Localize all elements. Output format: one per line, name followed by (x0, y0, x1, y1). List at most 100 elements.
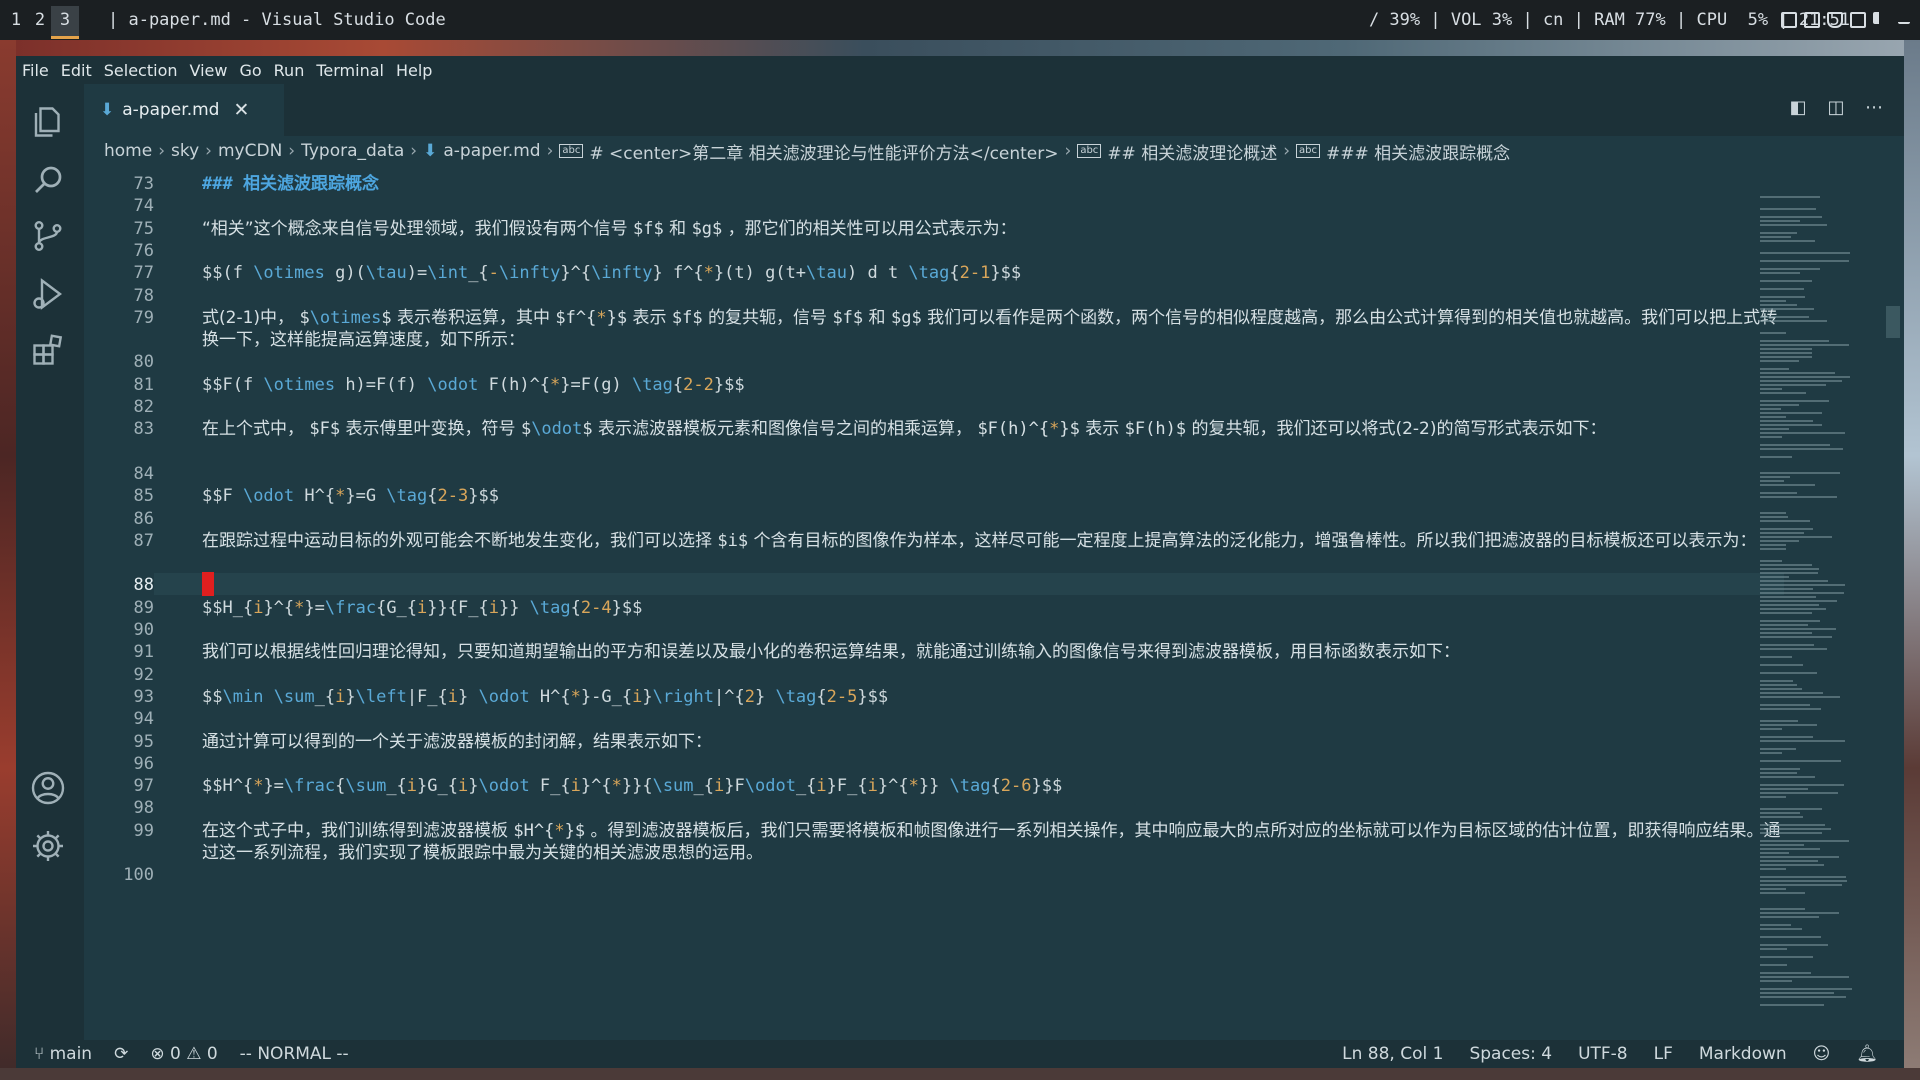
minimap-line (1760, 808, 1823, 810)
minimap-line (1760, 456, 1793, 458)
menu-run[interactable]: Run (268, 61, 311, 80)
minimap-line (1760, 600, 1837, 602)
minimap-line (1760, 388, 1782, 390)
current-line-highlight (154, 573, 1784, 596)
line-number: 78 (133, 285, 154, 306)
breadcrumb-file[interactable]: a-paper.md (443, 141, 540, 161)
line-number: 73 (133, 174, 154, 194)
minimap-line (1760, 380, 1842, 382)
minimap-line (1760, 268, 1820, 270)
line-number: 81 (133, 374, 154, 395)
minimap-line (1760, 280, 1813, 282)
tab-a-paper-md[interactable]: ⬇ a-paper.md ✕ (84, 84, 284, 136)
minimap-line (1760, 368, 1790, 370)
lock-icon[interactable] (1781, 12, 1797, 28)
minimap-line (1760, 768, 1801, 770)
menu-view[interactable]: View (184, 61, 234, 80)
editor-area[interactable]: 73 ### 相关滤波跟踪概念 74 75 “相关”这个概念来自信号处理领域，我们假设有… (84, 166, 1784, 1040)
encoding[interactable]: UTF-8 (1578, 1044, 1628, 1064)
notifications-bell-icon[interactable]: 🔔︎ (1856, 1044, 1878, 1064)
minimap-line (1760, 996, 1846, 998)
breadcrumb-symbol-h3[interactable]: ### 相关滤波跟踪概念 (1326, 139, 1510, 164)
minimap-line (1760, 360, 1799, 362)
minimap-line (1760, 848, 1821, 850)
close-icon[interactable]: ✕ (233, 99, 249, 121)
problems-indicator[interactable]: ⊗ 0 ⚠ 0 (150, 1044, 217, 1064)
minimap-line (1760, 684, 1797, 686)
line-number: 98 (133, 798, 154, 819)
shield-icon[interactable] (1827, 12, 1843, 28)
breadcrumb-symbol-h2[interactable]: ## 相关滤波理论概述 (1107, 139, 1277, 164)
language-mode[interactable]: Markdown (1699, 1044, 1787, 1064)
indentation[interactable]: Spaces: 4 (1469, 1044, 1552, 1064)
menu-terminal[interactable]: Terminal (310, 61, 390, 80)
menu-go[interactable]: Go (233, 61, 267, 80)
cursor-position[interactable]: Ln 88, Col 1 (1342, 1044, 1443, 1064)
minimap-line (1760, 436, 1782, 438)
breadcrumb-symbol-h1[interactable]: # <center>第二章 相关滤波理论与性能评价方法</center> (589, 139, 1058, 164)
minimap[interactable] (1716, 166, 1856, 1040)
minimap-line (1760, 884, 1843, 886)
menu-help[interactable]: Help (390, 61, 438, 80)
accounts-icon[interactable] (30, 770, 70, 810)
chevron-right-icon: › (410, 141, 418, 161)
editor-tabs: ⬇ a-paper.md ✕ ◧ ◫ ⋯ (84, 84, 1904, 136)
minimap-line (1760, 580, 1828, 582)
end-of-line[interactable]: LF (1654, 1044, 1673, 1064)
minimap-line (1760, 792, 1838, 794)
breadcrumb-home[interactable]: home (104, 141, 152, 161)
minimap-line (1760, 568, 1819, 570)
paragraph-line: 通过计算可以得到的一个关于滤波器模板的封闭解，结果表示如下： (202, 731, 712, 752)
minimap-line (1760, 696, 1840, 698)
scrollbar-thumb[interactable] (1886, 306, 1900, 338)
settings-gear-icon[interactable] (30, 828, 70, 868)
workspace-2[interactable]: 2 (26, 6, 54, 36)
block-cursor (202, 572, 214, 597)
minimap-line (1760, 572, 1819, 574)
minimap-line (1760, 252, 1850, 254)
minimap-line (1760, 1004, 1825, 1006)
paragraph-line: 式(2-1)中， $\otimes$ 表示卷积运算，其中 $f^{*}$ 表示 … (202, 307, 1778, 350)
breadcrumb-typora-data[interactable]: Typora_data (301, 141, 404, 161)
menu-file[interactable]: File (16, 61, 55, 80)
window-title: | a-paper.md - Visual Studio Code (108, 10, 446, 30)
explorer-icon[interactable] (30, 104, 70, 144)
minimap-line (1760, 492, 1797, 494)
clipboard-icon[interactable] (1850, 12, 1866, 28)
run-debug-icon[interactable] (30, 276, 70, 316)
branch-indicator[interactable]: ⑂ main (34, 1044, 92, 1064)
extensions-icon[interactable] (30, 332, 70, 372)
split-editor-icon[interactable]: ◫ (1826, 98, 1846, 118)
minimap-line (1760, 536, 1832, 538)
minimap-line (1760, 240, 1816, 242)
more-actions-icon[interactable]: ⋯ (1864, 98, 1884, 118)
source-control-icon[interactable] (30, 218, 70, 258)
line-number: 88 (133, 575, 154, 596)
menu-edit[interactable]: Edit (55, 61, 98, 80)
minimap-line (1760, 648, 1828, 650)
minimap-line (1760, 956, 1813, 958)
workspace-3-active[interactable]: 3 (51, 6, 79, 39)
line-number: 82 (133, 397, 154, 417)
sync-icon[interactable]: ⟳ (114, 1044, 128, 1064)
display-icon[interactable] (1804, 12, 1820, 28)
symbol-string-icon: abc (559, 144, 584, 158)
search-icon[interactable] (30, 162, 70, 202)
minimap-line (1760, 348, 1812, 350)
open-preview-icon[interactable]: ◧ (1788, 98, 1808, 118)
menu-selection[interactable]: Selection (98, 61, 184, 80)
minimap-line (1760, 208, 1817, 210)
breadcrumb-mycdn[interactable]: myCDN (218, 141, 282, 161)
minimap-line (1760, 692, 1824, 694)
minimap-line (1760, 788, 1808, 790)
volume-icon[interactable] (1873, 12, 1891, 24)
minimap-line (1760, 980, 1793, 982)
feedback-icon[interactable]: ☺ (1813, 1044, 1831, 1064)
minimap-line (1760, 588, 1813, 590)
minimap-line (1760, 916, 1819, 918)
line-number: 94 (133, 709, 154, 730)
minimap-line (1760, 392, 1806, 394)
minimize-icon[interactable] (1898, 12, 1910, 24)
minimap-line (1760, 512, 1787, 514)
breadcrumb-sky[interactable]: sky (171, 141, 199, 161)
